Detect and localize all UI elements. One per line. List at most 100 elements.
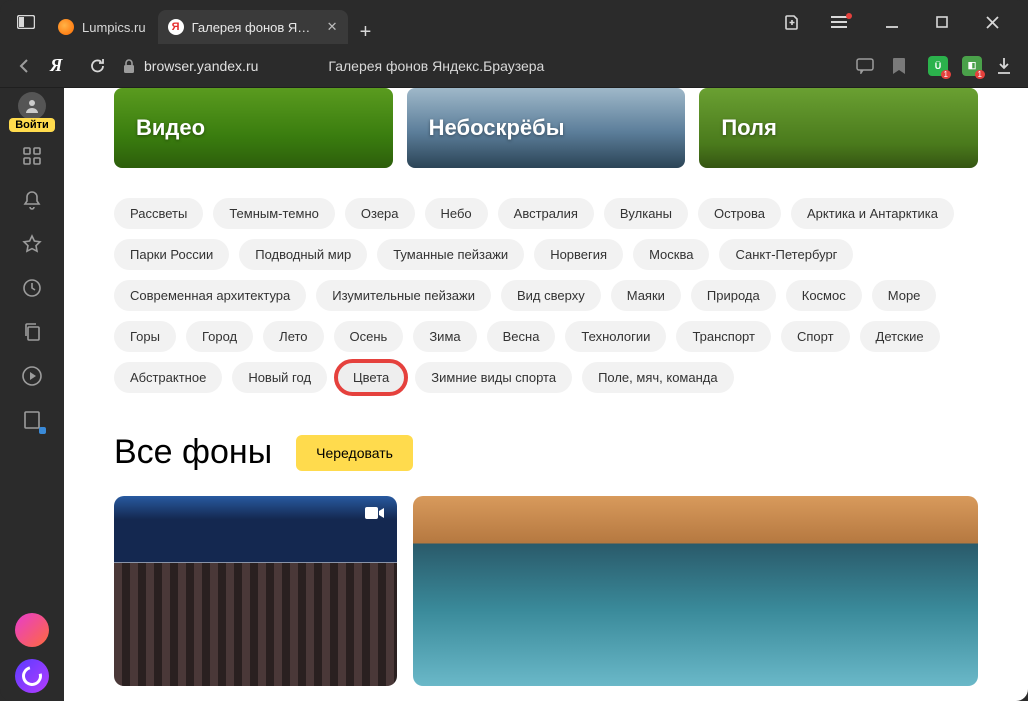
tag-pill[interactable]: Детские <box>860 321 940 352</box>
collections-icon[interactable] <box>772 2 812 42</box>
tag-pill[interactable]: Арктика и Антарктика <box>791 198 954 229</box>
tag-pill[interactable]: Вулканы <box>604 198 688 229</box>
wallpaper-card-waterfall[interactable] <box>413 496 978 686</box>
feedback-icon[interactable] <box>856 58 878 74</box>
copy-icon[interactable] <box>12 312 52 352</box>
tab-gallery[interactable]: Я Галерея фонов Яндекс.Б ✕ <box>158 10 348 44</box>
note-icon[interactable] <box>12 400 52 440</box>
tag-pill[interactable]: Москва <box>633 239 709 270</box>
minimize-button[interactable] <box>872 2 912 42</box>
extension-1[interactable]: Ü 1 <box>928 56 948 76</box>
tag-pill[interactable]: Санкт-Петербург <box>719 239 853 270</box>
left-sidebar: Войти <box>0 88 64 701</box>
address-bar-actions: Ü 1 ◧ 1 <box>856 56 1018 76</box>
wallpaper-gallery <box>114 496 978 686</box>
hero-title: Небоскрёбы <box>429 115 565 141</box>
shuffle-button[interactable]: Чередовать <box>296 435 413 471</box>
extension-badge: 1 <box>941 70 951 79</box>
tag-pill[interactable]: Лето <box>263 321 323 352</box>
hero-row: Видео Небоскрёбы Поля <box>114 88 978 168</box>
tag-pill[interactable]: Море <box>872 280 937 311</box>
reload-button[interactable] <box>82 51 112 81</box>
tag-pill[interactable]: Город <box>186 321 253 352</box>
favicon-lumpics <box>58 19 74 35</box>
new-tab-button[interactable]: + <box>350 21 382 44</box>
hero-title: Видео <box>136 115 205 141</box>
url-host: browser.yandex.ru <box>144 58 258 74</box>
hero-card-fields[interactable]: Поля <box>699 88 978 168</box>
titlebar: Lumpics.ru Я Галерея фонов Яндекс.Б ✕ + <box>0 0 1028 44</box>
tag-pill[interactable]: Зима <box>413 321 476 352</box>
tag-pill[interactable]: Небо <box>425 198 488 229</box>
tag-pill[interactable]: Новый год <box>232 362 327 393</box>
browser-window: Lumpics.ru Я Галерея фонов Яндекс.Б ✕ + <box>0 0 1028 701</box>
tag-pill[interactable]: Изумительные пейзажи <box>316 280 491 311</box>
window-controls <box>772 2 1022 42</box>
avatar-icon <box>18 92 46 120</box>
star-icon[interactable] <box>12 224 52 264</box>
hero-title: Поля <box>721 115 777 141</box>
extension-badge: 1 <box>975 70 985 79</box>
tag-pill[interactable]: Маяки <box>611 280 681 311</box>
tag-pill[interactable]: Поле, мяч, команда <box>582 362 734 393</box>
page-title: Галерея фонов Яндекс.Браузера <box>328 58 544 74</box>
lock-icon <box>122 58 136 74</box>
tag-pill[interactable]: Современная архитектура <box>114 280 306 311</box>
tag-pill[interactable]: Зимние виды спорта <box>415 362 572 393</box>
wallpaper-card-city[interactable] <box>114 496 397 686</box>
tag-pill[interactable]: Весна <box>487 321 556 352</box>
page-content: Видео Небоскрёбы Поля Рассветы Темным-тем… <box>64 88 1028 701</box>
tag-pill[interactable]: Туманные пейзажи <box>377 239 524 270</box>
tag-pill[interactable]: Транспорт <box>676 321 771 352</box>
downloads-icon[interactable] <box>996 57 1018 75</box>
tab-title: Галерея фонов Яндекс.Б <box>192 20 315 35</box>
tag-pill[interactable]: Рассветы <box>114 198 203 229</box>
tag-pill[interactable]: Природа <box>691 280 776 311</box>
bookmark-icon[interactable] <box>892 57 914 75</box>
tab-lumpics[interactable]: Lumpics.ru <box>48 10 156 44</box>
login-button[interactable]: Войти <box>9 118 55 132</box>
video-icon <box>365 506 385 520</box>
bell-icon[interactable] <box>12 180 52 220</box>
tag-pill[interactable]: Парки России <box>114 239 229 270</box>
back-button[interactable] <box>10 51 40 81</box>
window-close-button[interactable] <box>972 2 1012 42</box>
tag-pill[interactable]: Горы <box>114 321 176 352</box>
tag-list: Рассветы Темным-темно Озера Небо Австралия Ву… <box>114 198 978 393</box>
notification-dot <box>846 13 852 19</box>
tag-pill[interactable]: Спорт <box>781 321 850 352</box>
favicon-yandex: Я <box>168 19 184 35</box>
menu-icon[interactable] <box>822 2 862 42</box>
tag-pill[interactable]: Космос <box>786 280 862 311</box>
tag-pill[interactable]: Подводный мир <box>239 239 367 270</box>
history-icon[interactable] <box>12 268 52 308</box>
extension-2[interactable]: ◧ 1 <box>962 56 982 76</box>
url-box[interactable]: browser.yandex.ru <box>122 58 258 74</box>
tag-pill[interactable]: Австралия <box>498 198 594 229</box>
maximize-button[interactable] <box>922 2 962 42</box>
alice-purple-icon[interactable] <box>15 659 49 693</box>
alice-pink-icon[interactable] <box>15 613 49 647</box>
apps-icon[interactable] <box>12 136 52 176</box>
tag-pill[interactable]: Норвегия <box>534 239 623 270</box>
section-title: Все фоны <box>114 433 272 472</box>
close-tab-icon[interactable]: ✕ <box>327 19 338 35</box>
tag-pill[interactable]: Острова <box>698 198 781 229</box>
tag-pill[interactable]: Осень <box>334 321 404 352</box>
hero-card-video[interactable]: Видео <box>114 88 393 168</box>
tag-pill[interactable]: Абстрактное <box>114 362 222 393</box>
yandex-logo[interactable]: Я <box>50 55 72 77</box>
tag-pill[interactable]: Озера <box>345 198 415 229</box>
profile[interactable]: Войти <box>9 92 55 132</box>
sidebar-toggle-icon[interactable] <box>12 8 40 36</box>
address-bar: Я browser.yandex.ru Галерея фонов Яндекс… <box>0 44 1028 88</box>
tag-pill[interactable]: Вид сверху <box>501 280 601 311</box>
play-icon[interactable] <box>12 356 52 396</box>
tab-title: Lumpics.ru <box>82 20 146 35</box>
tag-pill[interactable]: Цвета <box>337 362 405 393</box>
tag-pill[interactable]: Темным-темно <box>213 198 335 229</box>
tab-strip: Lumpics.ru Я Галерея фонов Яндекс.Б ✕ + <box>48 0 381 44</box>
tag-pill[interactable]: Технологии <box>565 321 666 352</box>
hero-card-skyscrapers[interactable]: Небоскрёбы <box>407 88 686 168</box>
section-header: Все фоны Чередовать <box>114 433 978 472</box>
